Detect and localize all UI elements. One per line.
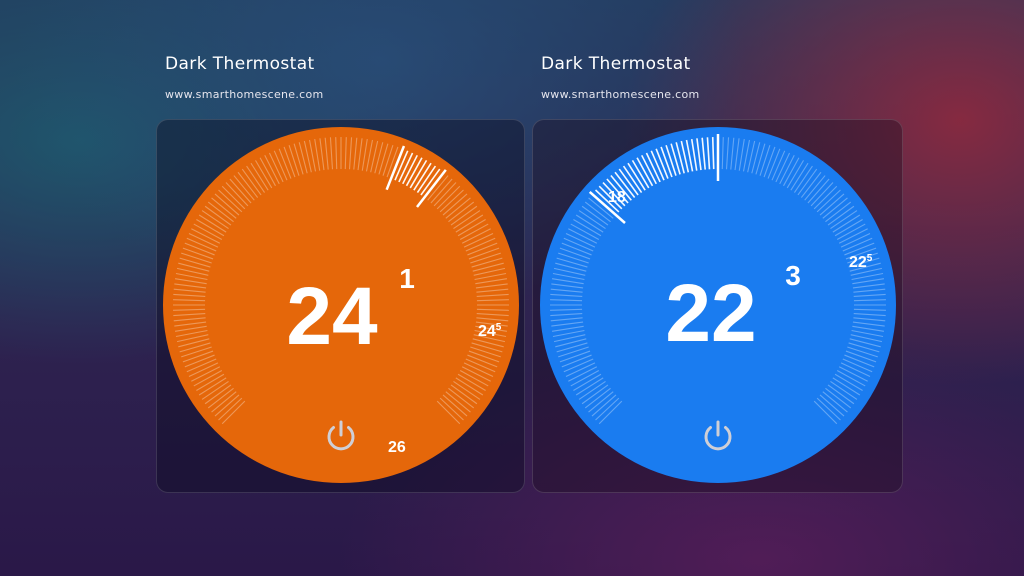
thermostat-2-header: Dark Thermostat www.smarthomescene.com <box>541 54 700 101</box>
current-temperature-decimal: 3 <box>785 260 801 291</box>
thermostat-1-site: www.smarthomescene.com <box>165 88 324 101</box>
current-marker-dec: 5 <box>496 322 502 333</box>
thermostat-dial[interactable]: 24 1 245 26 <box>160 124 522 486</box>
current-marker-int: 22 <box>849 254 867 271</box>
thermostat-card-heat: 24 1 245 26 <box>156 119 525 493</box>
target-marker-label: 18 <box>608 189 626 206</box>
current-marker-int: 24 <box>478 323 496 340</box>
current-temperature-integer: 24 <box>286 271 378 362</box>
thermostat-2-site: www.smarthomescene.com <box>541 88 700 101</box>
thermostat-1-header: Dark Thermostat www.smarthomescene.com <box>165 54 324 101</box>
current-temperature-integer: 22 <box>665 268 756 359</box>
thermostat-1-title: Dark Thermostat <box>165 54 315 74</box>
current-temperature-decimal: 1 <box>399 263 415 294</box>
dial-tick <box>711 137 715 170</box>
target-marker-label: 26 <box>388 439 406 456</box>
thermostat-2-title: Dark Thermostat <box>541 54 691 74</box>
thermostat-card-cool: 22 3 225 18 <box>532 119 903 493</box>
current-marker-dec: 5 <box>867 253 873 264</box>
thermostat-dial[interactable]: 22 3 225 18 <box>537 124 899 486</box>
